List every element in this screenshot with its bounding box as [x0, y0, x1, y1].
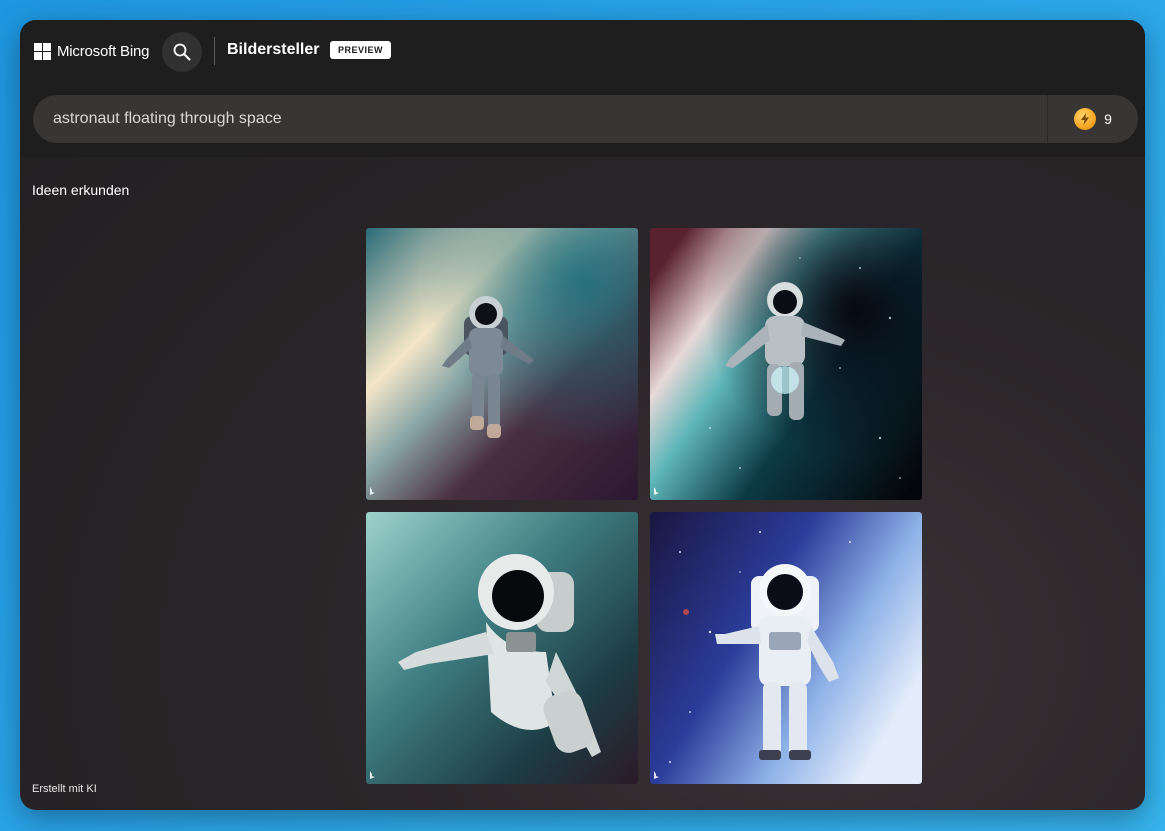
astronaut-image — [366, 228, 638, 500]
generated-image-4[interactable] — [650, 512, 922, 784]
lightning-bolt-icon — [1074, 108, 1097, 130]
microsoft-bing-logo[interactable]: Microsoft Bing — [34, 42, 149, 60]
microsoft-logo-icon — [34, 42, 51, 60]
brand-name: Microsoft Bing — [57, 42, 150, 60]
bing-logo-icon — [654, 771, 659, 779]
search-button[interactable] — [162, 32, 202, 72]
astronaut-image — [650, 228, 922, 500]
bing-logo-icon — [370, 487, 375, 495]
generated-image-3[interactable] — [366, 512, 638, 784]
footer-note: Erstellt mit KI — [32, 783, 97, 795]
app-window: Microsoft Bing Bildersteller PREVIEW 9 — [20, 20, 1145, 810]
search-icon — [173, 43, 191, 61]
generated-image-2[interactable] — [650, 228, 922, 500]
header-divider — [214, 37, 215, 65]
bing-logo-icon — [654, 487, 659, 495]
boost-counter[interactable]: 9 — [1048, 95, 1138, 143]
prompt-bar: 9 — [33, 94, 1138, 144]
preview-badge: PREVIEW — [330, 41, 392, 59]
explore-ideas-link[interactable]: Ideen erkunden — [32, 182, 129, 198]
image-grid — [366, 228, 922, 784]
header-bar: Microsoft Bing Bildersteller PREVIEW 9 — [20, 20, 1145, 157]
astronaut-image — [650, 512, 922, 784]
prompt-input[interactable] — [33, 94, 1047, 144]
boost-count: 9 — [1104, 111, 1112, 127]
bing-logo-icon — [370, 771, 375, 779]
astronaut-image — [366, 512, 638, 784]
page-title[interactable]: Bildersteller — [227, 41, 319, 59]
generated-image-1[interactable] — [366, 228, 638, 500]
